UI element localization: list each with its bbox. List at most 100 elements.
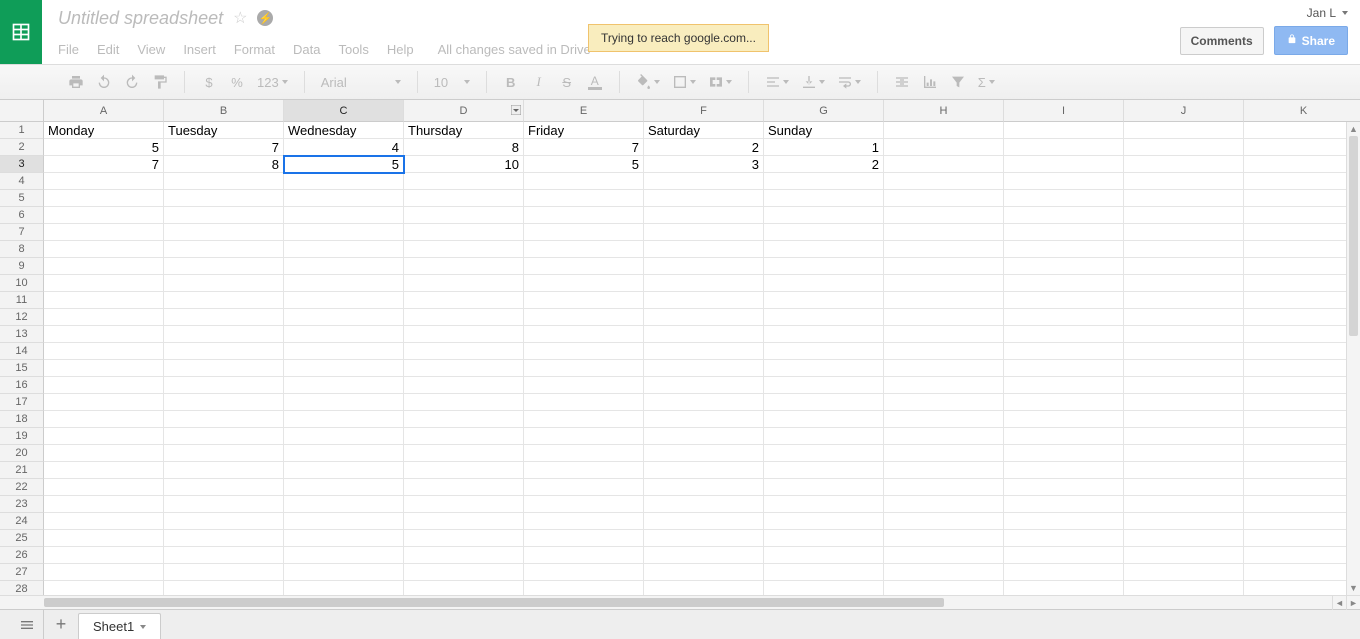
cell-F26[interactable] [644, 547, 764, 564]
cell-H3[interactable] [884, 156, 1004, 173]
cell-G4[interactable] [764, 173, 884, 190]
cell-E24[interactable] [524, 513, 644, 530]
cell-F14[interactable] [644, 343, 764, 360]
cell-B21[interactable] [164, 462, 284, 479]
cell-J6[interactable] [1124, 207, 1244, 224]
cell-H27[interactable] [884, 564, 1004, 581]
cell-A2[interactable]: 5 [44, 139, 164, 156]
cell-A23[interactable] [44, 496, 164, 513]
column-header-I[interactable]: I [1004, 100, 1124, 122]
cell-E8[interactable] [524, 241, 644, 258]
cell-A7[interactable] [44, 224, 164, 241]
cell-K15[interactable] [1244, 360, 1360, 377]
cell-G7[interactable] [764, 224, 884, 241]
scroll-down-button[interactable]: ▼ [1347, 581, 1360, 595]
column-header-E[interactable]: E [524, 100, 644, 122]
halign-button[interactable] [765, 74, 789, 90]
cell-I3[interactable] [1004, 156, 1124, 173]
cell-E27[interactable] [524, 564, 644, 581]
cell-D25[interactable] [404, 530, 524, 547]
cell-B7[interactable] [164, 224, 284, 241]
row-header-17[interactable]: 17 [0, 394, 44, 411]
cell-K19[interactable] [1244, 428, 1360, 445]
cell-A22[interactable] [44, 479, 164, 496]
cell-A5[interactable] [44, 190, 164, 207]
app-logo[interactable] [0, 0, 42, 64]
cell-H13[interactable] [884, 326, 1004, 343]
cell-J28[interactable] [1124, 581, 1244, 595]
scroll-left-button[interactable]: ◄ [1332, 596, 1346, 610]
cell-K12[interactable] [1244, 309, 1360, 326]
cell-A15[interactable] [44, 360, 164, 377]
cell-J11[interactable] [1124, 292, 1244, 309]
menu-edit[interactable]: Edit [97, 42, 119, 57]
cell-J21[interactable] [1124, 462, 1244, 479]
cell-H19[interactable] [884, 428, 1004, 445]
wrap-button[interactable] [837, 74, 861, 90]
cell-K2[interactable] [1244, 139, 1360, 156]
cell-E23[interactable] [524, 496, 644, 513]
paint-format-button[interactable] [152, 74, 168, 90]
cell-C10[interactable] [284, 275, 404, 292]
row-header-25[interactable]: 25 [0, 530, 44, 547]
cell-F7[interactable] [644, 224, 764, 241]
user-menu[interactable]: Jan L [1307, 6, 1348, 20]
cell-G12[interactable] [764, 309, 884, 326]
cell-K6[interactable] [1244, 207, 1360, 224]
cell-K1[interactable] [1244, 122, 1360, 139]
cell-A27[interactable] [44, 564, 164, 581]
offline-icon[interactable]: ⚡ [257, 10, 273, 26]
cell-E11[interactable] [524, 292, 644, 309]
cell-C21[interactable] [284, 462, 404, 479]
cell-B25[interactable] [164, 530, 284, 547]
cell-B4[interactable] [164, 173, 284, 190]
document-title[interactable]: Untitled spreadsheet [58, 8, 223, 29]
cell-H18[interactable] [884, 411, 1004, 428]
cell-C2[interactable]: 4 [284, 139, 404, 156]
cell-E9[interactable] [524, 258, 644, 275]
font-size-select[interactable]: 10 [434, 75, 470, 90]
cell-J19[interactable] [1124, 428, 1244, 445]
cell-A26[interactable] [44, 547, 164, 564]
cell-J12[interactable] [1124, 309, 1244, 326]
cell-G1[interactable]: Sunday [764, 122, 884, 139]
cell-F17[interactable] [644, 394, 764, 411]
cell-I13[interactable] [1004, 326, 1124, 343]
merge-button[interactable] [708, 74, 732, 90]
all-sheets-button[interactable] [10, 610, 44, 639]
cell-E21[interactable] [524, 462, 644, 479]
functions-button[interactable]: Σ [978, 75, 995, 90]
cell-I15[interactable] [1004, 360, 1124, 377]
fill-color-button[interactable] [636, 74, 660, 90]
scroll-thumb-h[interactable] [44, 598, 944, 607]
cell-G17[interactable] [764, 394, 884, 411]
cell-F9[interactable] [644, 258, 764, 275]
cell-I27[interactable] [1004, 564, 1124, 581]
menu-data[interactable]: Data [293, 42, 320, 57]
cell-H15[interactable] [884, 360, 1004, 377]
cell-A3[interactable]: 7 [44, 156, 164, 173]
cell-F11[interactable] [644, 292, 764, 309]
cell-E25[interactable] [524, 530, 644, 547]
cell-A9[interactable] [44, 258, 164, 275]
cell-D27[interactable] [404, 564, 524, 581]
cell-A21[interactable] [44, 462, 164, 479]
cell-K11[interactable] [1244, 292, 1360, 309]
cell-C1[interactable]: Wednesday [284, 122, 404, 139]
cell-B20[interactable] [164, 445, 284, 462]
menu-tools[interactable]: Tools [338, 42, 368, 57]
cell-G20[interactable] [764, 445, 884, 462]
cell-K9[interactable] [1244, 258, 1360, 275]
cell-D19[interactable] [404, 428, 524, 445]
row-header-12[interactable]: 12 [0, 309, 44, 326]
cell-H20[interactable] [884, 445, 1004, 462]
cell-H25[interactable] [884, 530, 1004, 547]
cell-B1[interactable]: Tuesday [164, 122, 284, 139]
filter-indicator-icon[interactable] [511, 105, 521, 115]
cell-I4[interactable] [1004, 173, 1124, 190]
cell-J26[interactable] [1124, 547, 1244, 564]
cell-K24[interactable] [1244, 513, 1360, 530]
cell-J22[interactable] [1124, 479, 1244, 496]
cell-E17[interactable] [524, 394, 644, 411]
cell-H5[interactable] [884, 190, 1004, 207]
